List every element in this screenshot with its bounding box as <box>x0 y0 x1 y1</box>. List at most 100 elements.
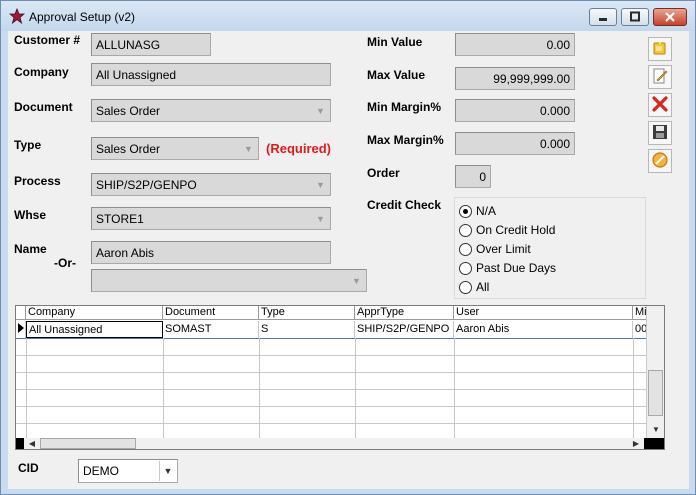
radio-na[interactable]: N/A <box>459 202 496 220</box>
column-header-document[interactable]: Document <box>163 306 259 320</box>
order-label: Order <box>367 166 400 180</box>
chevron-down-icon[interactable]: ▼ <box>312 175 329 194</box>
grid-line <box>259 338 260 438</box>
column-header-company[interactable]: Company <box>26 306 163 320</box>
min-value-field[interactable]: 0.00 <box>455 33 575 56</box>
radio-past-due-days[interactable]: Past Due Days <box>459 259 556 277</box>
delete-icon <box>651 95 669 116</box>
radio-all[interactable]: All <box>459 278 489 296</box>
column-header-apprtype[interactable]: ApprType <box>355 306 454 320</box>
type-combo[interactable]: Sales Order ▼ <box>91 137 259 160</box>
min-margin-field[interactable]: 0.000 <box>455 99 575 122</box>
radio-button[interactable] <box>459 280 472 294</box>
cell-apprtype[interactable]: SHIP/S2P/GENPO <box>355 321 454 338</box>
row-header-corner <box>16 306 26 320</box>
radio-over-limit[interactable]: Over Limit <box>459 240 531 258</box>
grid-line <box>16 372 646 373</box>
radio-button[interactable] <box>459 261 472 275</box>
scroll-down-icon[interactable]: ▼ <box>648 424 664 435</box>
column-header-min[interactable]: Mi <box>633 306 646 320</box>
delete-button[interactable] <box>648 93 672 117</box>
document-combo[interactable]: Sales Order ▼ <box>91 99 331 122</box>
cid-combo[interactable]: DEMO ▼ <box>78 459 178 483</box>
chevron-down-icon[interactable]: ▼ <box>312 101 329 120</box>
cell-type[interactable]: S <box>259 321 355 338</box>
horizontal-scrollbar[interactable]: ◀ ▶ <box>24 438 644 449</box>
grid-viewport: Company Document Type ApprType User Mi A… <box>16 306 646 438</box>
edit-button[interactable] <box>648 65 672 89</box>
radio-button[interactable] <box>459 242 472 256</box>
column-header-type[interactable]: Type <box>259 306 355 320</box>
radio-button[interactable] <box>459 204 472 218</box>
company-label: Company <box>14 65 69 79</box>
title-bar: Approval Setup (v2) <box>1 1 695 31</box>
radio-button[interactable] <box>459 223 472 237</box>
window-title: Approval Setup (v2) <box>29 10 136 24</box>
cancel-icon <box>651 151 669 172</box>
name-label: Name <box>14 242 47 256</box>
table-row[interactable]: All Unassigned SOMAST S SHIP/S2P/GENPO A… <box>16 321 646 338</box>
cell-min[interactable]: 00 <box>633 321 646 338</box>
grid-line <box>355 338 356 438</box>
grid-line <box>16 423 646 424</box>
cid-value: DEMO <box>83 464 119 478</box>
customer-field[interactable]: ALLUNASG <box>91 33 211 56</box>
process-value: SHIP/S2P/GENPO <box>96 178 197 192</box>
type-value: Sales Order <box>96 142 161 156</box>
row-indicator <box>16 321 26 338</box>
whse-combo[interactable]: STORE1 ▼ <box>91 207 331 230</box>
max-margin-field[interactable]: 0.000 <box>455 132 575 155</box>
customer-label: Customer # <box>14 33 81 47</box>
cell-company[interactable]: All Unassigned <box>26 321 163 338</box>
max-margin-label: Max Margin% <box>367 133 444 147</box>
credit-check-label: Credit Check <box>367 198 442 212</box>
cell-user[interactable]: Aaron Abis <box>454 321 633 338</box>
order-field[interactable]: 0 <box>455 165 491 188</box>
vertical-scrollbar[interactable]: ▼ <box>646 306 664 438</box>
cancel-button[interactable] <box>648 149 672 173</box>
column-header-user[interactable]: User <box>454 306 633 320</box>
horizontal-scroll-thumb[interactable] <box>40 438 136 449</box>
close-button[interactable] <box>653 8 687 26</box>
whse-value: STORE1 <box>96 212 144 226</box>
chevron-down-icon[interactable]: ▼ <box>240 139 257 158</box>
radio-label: All <box>476 280 490 294</box>
max-value-field[interactable]: 99,999,999.00 <box>455 67 575 90</box>
whse-label: Whse <box>14 208 47 222</box>
radio-on-credit-hold[interactable]: On Credit Hold <box>459 221 555 239</box>
grid-line <box>163 338 164 438</box>
type-label: Type <box>14 138 42 152</box>
scroll-left-icon[interactable]: ◀ <box>24 438 40 449</box>
alt-user-combo[interactable]: ▼ <box>91 269 367 292</box>
max-value-label: Max Value <box>367 68 426 82</box>
grid-line <box>633 338 634 438</box>
process-combo[interactable]: SHIP/S2P/GENPO ▼ <box>91 173 331 196</box>
form-body: Customer # ALLUNASG Company All Unassign… <box>8 31 689 489</box>
save-button[interactable] <box>648 121 672 145</box>
or-label: -Or- <box>54 256 76 270</box>
grid-line <box>16 389 646 390</box>
chevron-down-icon[interactable]: ▼ <box>312 209 329 228</box>
grid-line <box>454 338 455 438</box>
new-icon <box>651 39 669 60</box>
new-button[interactable] <box>648 37 672 61</box>
cid-label: CID <box>18 461 39 475</box>
selected-row-line <box>16 338 646 339</box>
app-star-icon <box>8 7 26 25</box>
name-field[interactable]: Aaron Abis <box>91 241 331 264</box>
chevron-down-icon[interactable]: ▼ <box>348 271 365 290</box>
edit-icon <box>651 67 669 88</box>
save-icon <box>651 123 669 144</box>
approval-setup-window: Approval Setup (v2) Customer # ALLUNASG … <box>0 0 696 495</box>
vertical-scroll-thumb[interactable] <box>648 370 663 416</box>
cell-document[interactable]: SOMAST <box>163 321 259 338</box>
chevron-down-icon[interactable]: ▼ <box>159 461 176 481</box>
radio-label: On Credit Hold <box>476 223 556 237</box>
process-label: Process <box>14 174 61 188</box>
maximize-button[interactable] <box>621 8 649 26</box>
radio-label: N/A <box>476 204 497 218</box>
minimize-button[interactable] <box>589 8 617 26</box>
grid-line <box>16 406 646 407</box>
scroll-right-icon[interactable]: ▶ <box>628 438 644 449</box>
company-field[interactable]: All Unassigned <box>91 63 331 86</box>
